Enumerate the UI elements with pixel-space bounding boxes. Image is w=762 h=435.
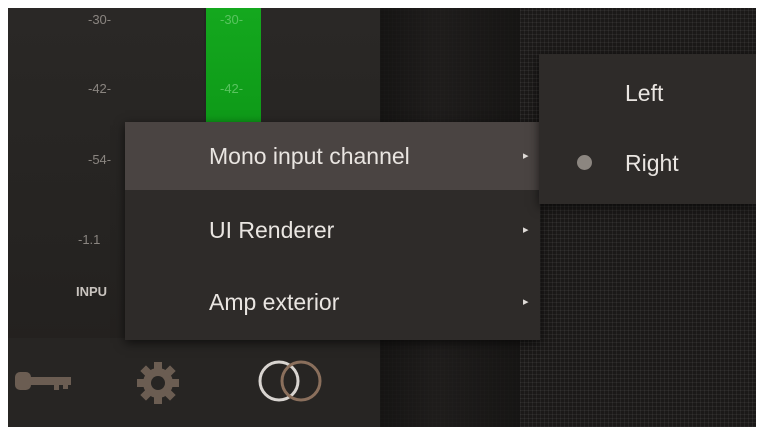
meter-green-tick: -42-	[220, 81, 244, 96]
submenu-arrow-icon: ▸	[523, 296, 529, 308]
meter-tick: -1.1	[78, 232, 101, 247]
submenu-item-left[interactable]: Left	[539, 60, 756, 126]
meter-tick: -54-	[88, 152, 112, 167]
selected-radio-icon	[577, 155, 592, 170]
menu-item-label: Amp exterior	[209, 289, 340, 315]
meter-green-tick: -30-	[220, 12, 244, 27]
menu-item-label: UI Renderer	[209, 217, 335, 243]
key-icon[interactable]	[14, 366, 74, 401]
meter-tick: -42-	[88, 81, 112, 96]
submenu-arrow-icon: ▸	[523, 150, 529, 162]
menu-item-label: Mono input channel	[209, 143, 410, 169]
menu-item-amp-exterior[interactable]: Amp exterior ▸	[125, 268, 540, 336]
plugin-window: -30- -42- -54- -1.1 -30- -42- INPU Mono …	[8, 8, 756, 427]
submenu-item-label: Left	[625, 80, 664, 106]
stereo-rings-icon[interactable]	[248, 356, 338, 411]
meter-tick: -30-	[88, 12, 112, 27]
mono-input-submenu: Left Right	[539, 54, 756, 204]
submenu-arrow-icon: ▸	[523, 224, 529, 236]
submenu-item-right[interactable]: Right	[539, 130, 756, 196]
gear-icon[interactable]	[135, 360, 181, 411]
menu-item-ui-renderer[interactable]: UI Renderer ▸	[125, 196, 540, 264]
menu-item-mono-input-channel[interactable]: Mono input channel ▸	[125, 122, 540, 190]
input-label: INPU	[76, 284, 108, 299]
context-menu: Mono input channel ▸ UI Renderer ▸ Amp e…	[125, 122, 540, 340]
submenu-item-label: Right	[625, 150, 679, 176]
